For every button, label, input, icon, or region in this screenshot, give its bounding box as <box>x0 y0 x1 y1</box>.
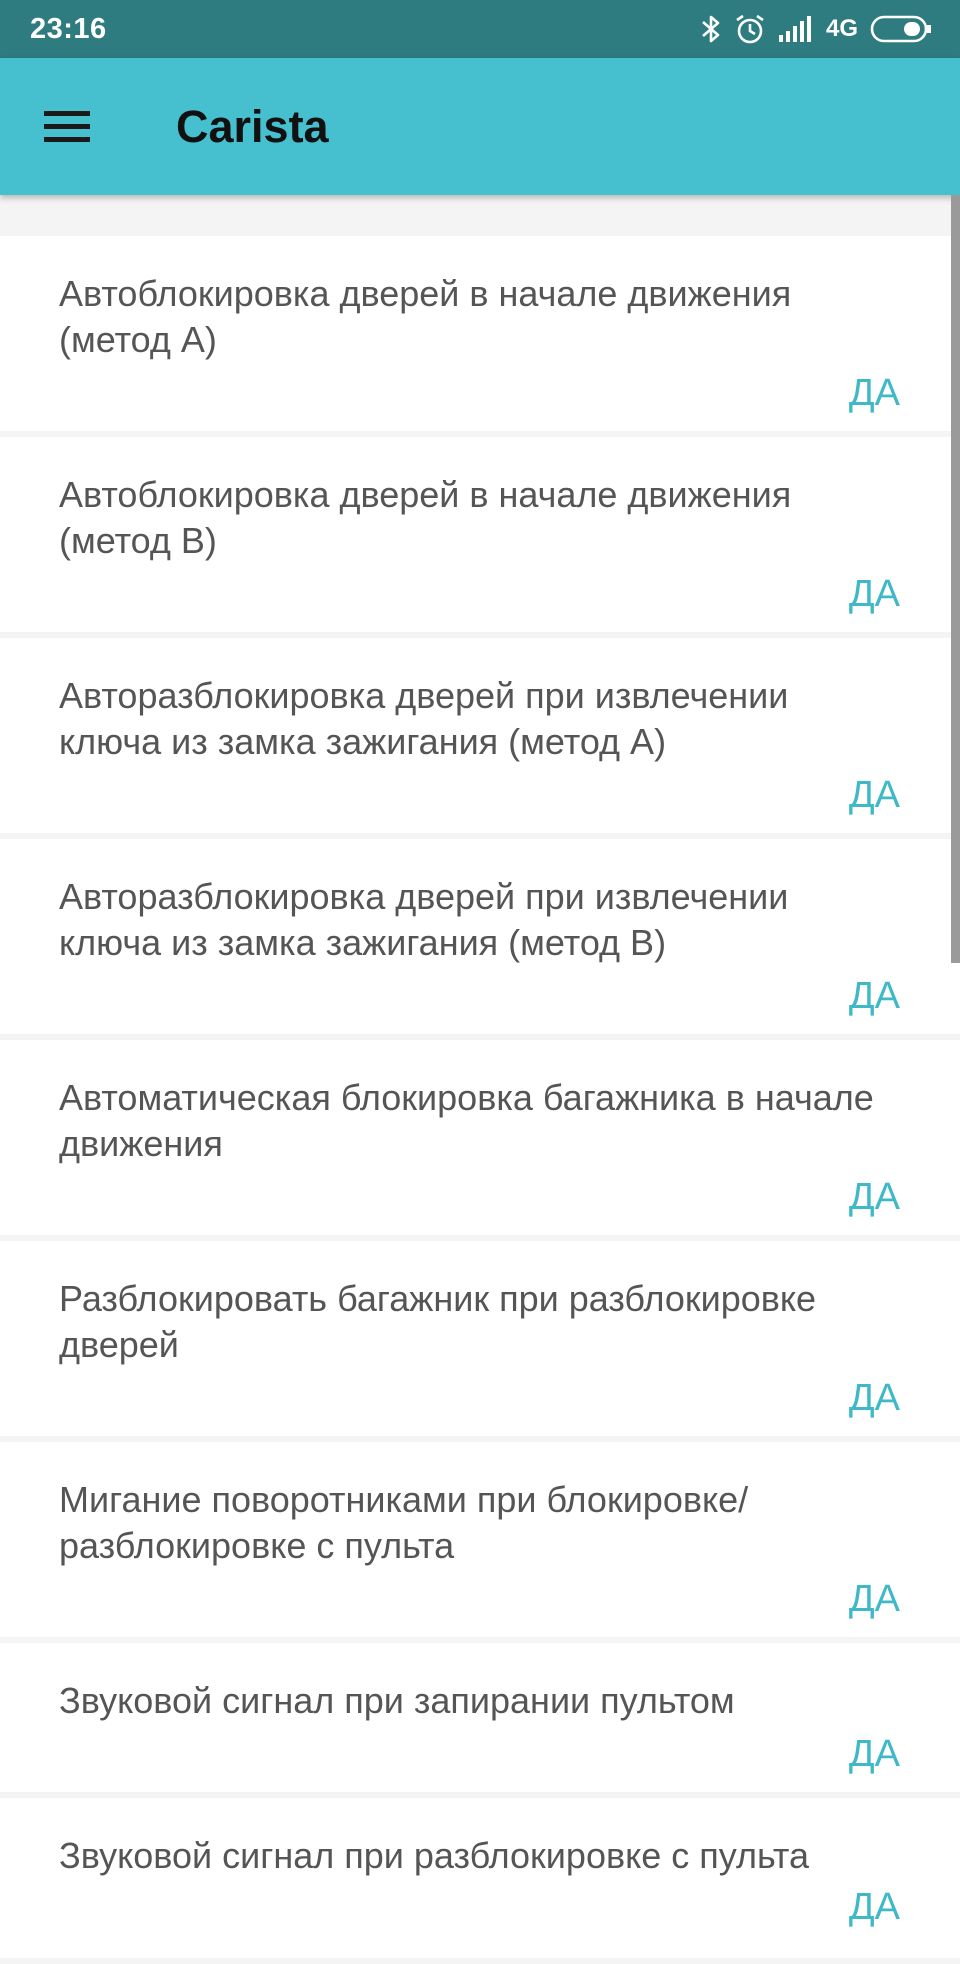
setting-value: ДА <box>848 1176 900 1218</box>
settings-item[interactable]: Звуковой сигнал при разблокировке с пуль… <box>0 1798 960 1958</box>
settings-item[interactable]: Автоблокировка дверей в начале движения … <box>0 437 960 632</box>
hamburger-menu-icon[interactable] <box>44 103 92 151</box>
setting-label: Звуковой сигнал при разблокировке с пуль… <box>59 1835 810 1876</box>
scrollbar[interactable] <box>951 195 960 963</box>
setting-label: Мигание поворотниками при блокировке/ ра… <box>59 1479 749 1566</box>
settings-item[interactable]: Авторазблокировка дверей при извлечении … <box>0 638 960 833</box>
setting-value: ДА <box>848 1886 900 1928</box>
signal-icon <box>778 15 814 43</box>
status-icons: 4G <box>700 13 932 45</box>
setting-value: ДА <box>848 1733 900 1775</box>
battery-icon <box>870 14 932 44</box>
setting-value: ДА <box>848 372 900 414</box>
setting-value: ДА <box>848 1377 900 1419</box>
setting-label: Авторазблокировка дверей при извлечении … <box>59 675 789 762</box>
setting-value: ДА <box>848 573 900 615</box>
setting-label: Автоматическая блокировка багажника в на… <box>59 1077 874 1164</box>
setting-value: ДА <box>848 774 900 816</box>
network-label: 4G <box>825 15 858 42</box>
setting-label: Автоблокировка дверей в начале движения … <box>59 273 792 360</box>
alarm-icon <box>734 13 766 45</box>
bluetooth-icon <box>700 13 722 45</box>
status-bar: 23:16 4G <box>0 0 960 58</box>
settings-item[interactable]: Разблокировать багажник при разблокировк… <box>0 1241 960 1436</box>
settings-item[interactable]: Звуковой сигнал при запирании пультом ДА <box>0 1643 960 1792</box>
app-bar: Carista <box>0 58 960 195</box>
setting-label: Разблокировать багажник при разблокировк… <box>59 1278 817 1365</box>
setting-label: Авторазблокировка дверей при извлечении … <box>59 876 789 963</box>
status-time: 23:16 <box>30 12 107 45</box>
settings-list: Автоблокировка дверей в начале движения … <box>0 236 960 1964</box>
settings-item[interactable]: Автоблокировка дверей в начале движения … <box>0 236 960 431</box>
setting-label: Звуковой сигнал при запирании пультом <box>59 1680 735 1721</box>
app-title: Carista <box>176 100 329 152</box>
settings-item[interactable]: Авторазблокировка дверей при извлечении … <box>0 839 960 1034</box>
settings-item[interactable]: Мигание поворотниками при блокировке/ ра… <box>0 1442 960 1637</box>
setting-value: ДА <box>848 1578 900 1620</box>
settings-item[interactable]: Автоматическая блокировка багажника в на… <box>0 1040 960 1235</box>
setting-value: ДА <box>848 975 900 1017</box>
setting-label: Автоблокировка дверей в начале движения … <box>59 474 792 561</box>
